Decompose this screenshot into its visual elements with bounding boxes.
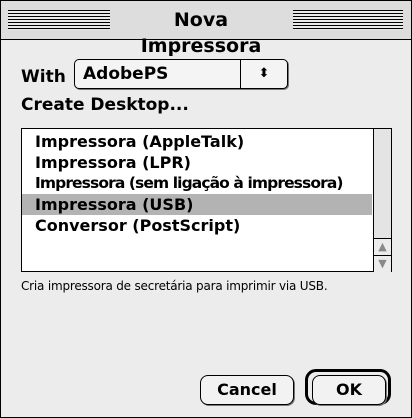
list-item-postscript-converter[interactable]: Conversor (PostScript) <box>22 215 372 236</box>
list-item-lpr[interactable]: Impressora (LPR) <box>22 152 372 173</box>
ok-button[interactable]: OK <box>312 375 386 405</box>
list-scrollbar[interactable]: ▲ ▼ <box>373 129 391 272</box>
new-printer-dialog: Nova Impressora With AdobePS ⬍ Create De… <box>0 0 412 418</box>
driver-popup-value: AdobePS <box>83 64 169 84</box>
list-item-appletalk[interactable]: Impressora (AppleTalk) <box>22 131 372 152</box>
list-item-no-connection[interactable]: Impressora (sem ligação à impressora) <box>22 173 372 194</box>
popup-arrows-icon: ⬍ <box>240 60 287 88</box>
selection-description: Cria impressora de secretária para impri… <box>21 279 328 293</box>
list-items: Impressora (AppleTalk) Impressora (LPR) … <box>22 131 372 236</box>
printer-type-list[interactable]: Impressora (AppleTalk) Impressora (LPR) … <box>21 128 392 272</box>
with-label: With <box>21 67 66 87</box>
title-bar-stripes-right <box>293 10 403 30</box>
title-bar-stripes-left <box>8 10 110 30</box>
list-item-usb[interactable]: Impressora (USB) <box>22 194 372 215</box>
cancel-button[interactable]: Cancel <box>200 375 294 405</box>
window-title: Nova Impressora <box>113 7 289 57</box>
scroll-up-arrow-icon[interactable]: ▲ <box>374 238 391 255</box>
title-bar[interactable]: Nova Impressora <box>1 1 411 57</box>
scroll-down-arrow-icon[interactable]: ▼ <box>374 255 391 272</box>
driver-popup-menu[interactable]: AdobePS ⬍ <box>74 59 288 89</box>
create-desktop-label: Create Desktop... <box>21 95 189 115</box>
